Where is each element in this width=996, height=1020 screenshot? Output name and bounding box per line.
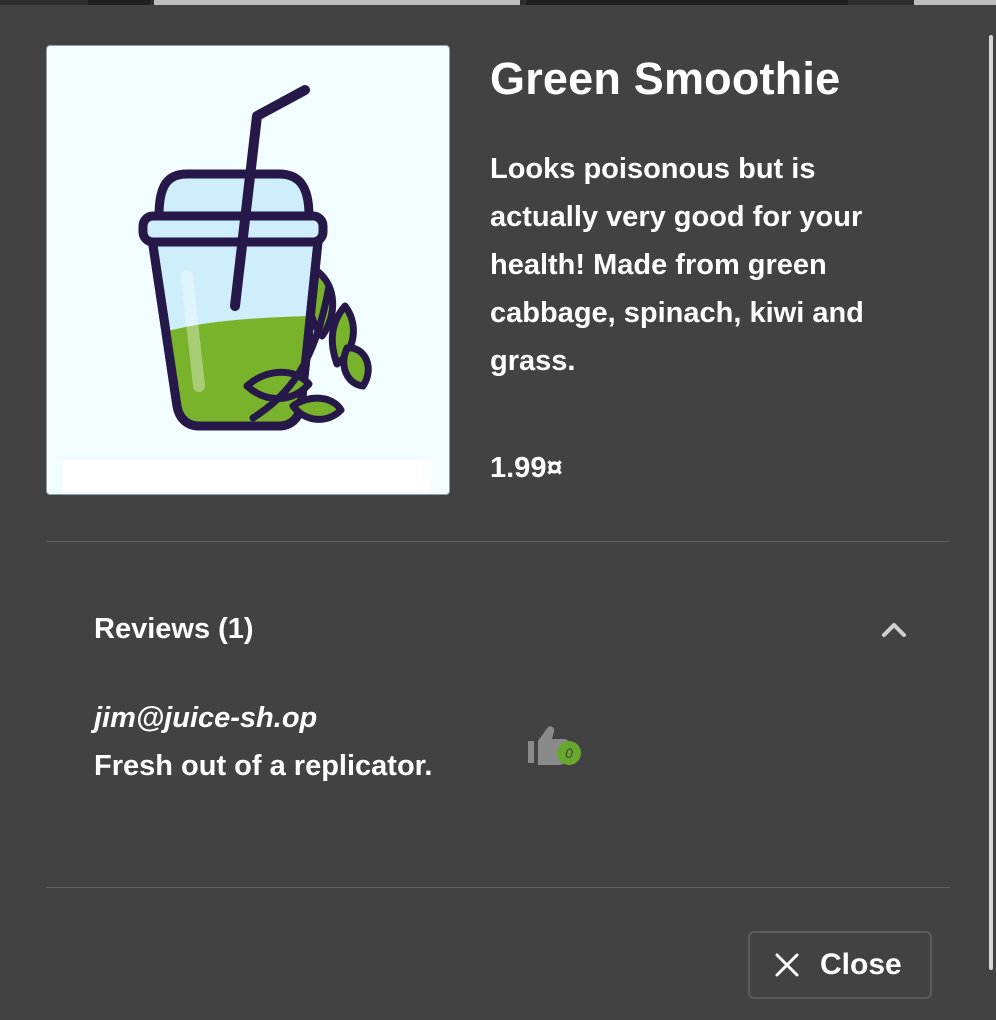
product-details-dialog: Green Smoothie Looks poisonous but is ac…: [0, 5, 996, 1020]
product-image: [46, 45, 450, 495]
divider: [46, 541, 950, 542]
like-review-button[interactable]: 0: [524, 723, 586, 771]
review-author: jim@juice-sh.op: [94, 702, 318, 734]
divider: [46, 887, 950, 888]
close-button-label: Close: [820, 948, 902, 981]
product-description: Looks poisonous but is actually very goo…: [490, 153, 864, 377]
like-count-badge: 0: [557, 741, 581, 765]
smoothie-cup-icon: [138, 85, 372, 431]
chevron-up-icon[interactable]: [878, 613, 910, 645]
scrollbar[interactable]: [989, 35, 993, 970]
product-title: Green Smoothie: [490, 53, 841, 104]
product-price: 1.99¤: [490, 452, 563, 484]
close-button[interactable]: Close: [748, 931, 932, 999]
review-message: Fresh out of a replicator.: [94, 750, 433, 782]
close-icon: [775, 953, 799, 977]
reviews-header[interactable]: Reviews (1): [94, 613, 254, 646]
